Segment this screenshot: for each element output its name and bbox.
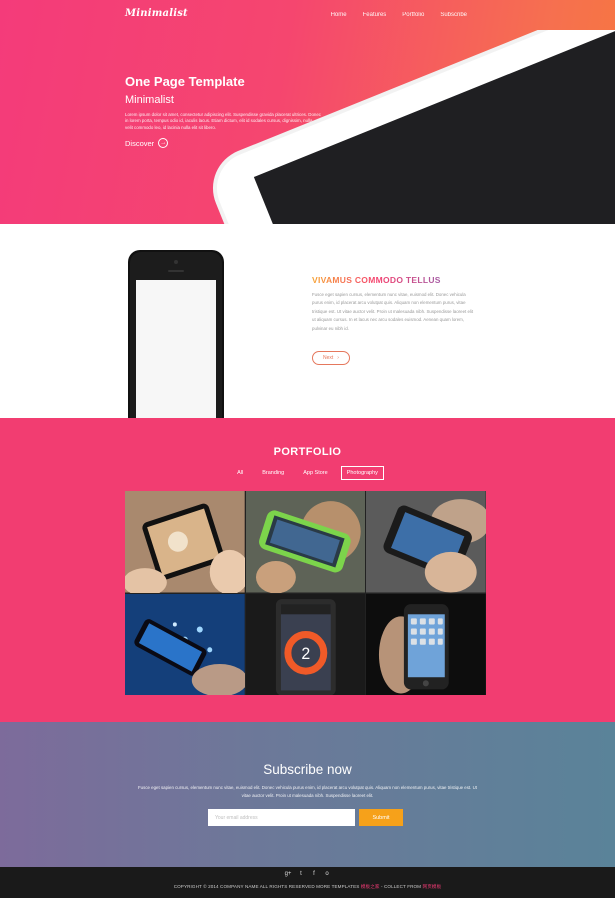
portfolio-section: PORTFOLIO All Branding App Store Photogr… — [0, 418, 615, 722]
copyright-text: COPYRIGHT © 2014 COMPANY NAME ALL RIGHTS… — [173, 884, 361, 889]
submit-button[interactable]: Submit — [359, 809, 403, 826]
filter-branding[interactable]: Branding — [256, 466, 290, 480]
nav-subscribe[interactable]: Subscribe — [440, 12, 467, 18]
nav-home[interactable]: Home — [331, 12, 347, 18]
collect-link[interactable]: 网页模板 — [423, 884, 442, 889]
portfolio-grid: 2 — [125, 491, 486, 695]
subscribe-title: Subscribe now — [263, 762, 352, 777]
chevron-right-icon: › — [337, 355, 339, 361]
feature-title: VIVAMUS COMMODO TELLUS — [312, 275, 441, 285]
main-nav: Home Features Portfolio Subscribe — [331, 12, 467, 18]
filter-all[interactable]: All — [231, 466, 249, 480]
subscribe-body: Fusce eget sapien cursus, elementum nunc… — [138, 785, 477, 799]
google-plus-icon[interactable]: g+ — [285, 871, 292, 877]
portfolio-tile-5[interactable]: 2 — [245, 593, 366, 695]
filter-photography[interactable]: Photography — [340, 466, 384, 480]
portfolio-tile-2[interactable] — [245, 491, 366, 593]
next-button[interactable]: Next › — [312, 351, 350, 365]
logo[interactable]: Minimalist — [125, 8, 188, 19]
hero-subtitle: Minimalist — [125, 94, 174, 106]
discover-label: Discover — [125, 138, 155, 148]
facebook-icon[interactable]: f — [311, 871, 318, 877]
hero-phone-image — [212, 30, 615, 224]
phone-photo-icon: 2 — [245, 593, 366, 695]
phone-photo-icon — [366, 491, 486, 593]
portfolio-tile-3[interactable] — [366, 491, 486, 593]
subscribe-section: Subscribe now Fusce eget sapien cursus, … — [0, 722, 615, 867]
feature-phone-image — [128, 250, 224, 418]
hero-section: Minimalist Home Features Portfolio Subsc… — [0, 0, 615, 224]
arrow-right-icon: → — [158, 138, 169, 148]
email-input[interactable] — [208, 809, 355, 826]
dribbble-icon[interactable]: o — [324, 871, 331, 877]
svg-text:2: 2 — [301, 644, 310, 662]
phone-photo-icon — [366, 593, 486, 695]
portfolio-tile-1[interactable] — [125, 491, 245, 593]
phone-photo-icon — [245, 491, 366, 593]
phone-photo-icon — [125, 593, 245, 695]
templates-link[interactable]: 模板之家 — [361, 884, 380, 889]
feature-section: VIVAMUS COMMODO TELLUS Fusce eget sapien… — [0, 224, 615, 418]
portfolio-title: PORTFOLIO — [273, 446, 342, 458]
next-label: Next — [323, 355, 334, 361]
discover-button[interactable]: Discover → — [125, 138, 169, 148]
filter-app-store[interactable]: App Store — [297, 466, 333, 480]
feature-body: Fusce eget sapien cursus, elementum nunc… — [312, 292, 474, 331]
portfolio-filters: All Branding App Store Photography — [0, 466, 615, 480]
copyright-mid: - COLLECT FROM — [379, 884, 423, 889]
twitter-icon[interactable]: t — [298, 871, 305, 877]
social-links: g+ t f o — [0, 871, 615, 877]
nav-portfolio[interactable]: Portfolio — [402, 12, 424, 18]
copyright: COPYRIGHT © 2014 COMPANY NAME ALL RIGHTS… — [0, 884, 615, 890]
nav-features[interactable]: Features — [363, 12, 387, 18]
portfolio-tile-4[interactable] — [125, 593, 245, 695]
footer: g+ t f o COPYRIGHT © 2014 COMPANY NAME A… — [0, 867, 615, 898]
phone-photo-icon — [125, 491, 245, 593]
portfolio-tile-6[interactable] — [366, 593, 486, 695]
